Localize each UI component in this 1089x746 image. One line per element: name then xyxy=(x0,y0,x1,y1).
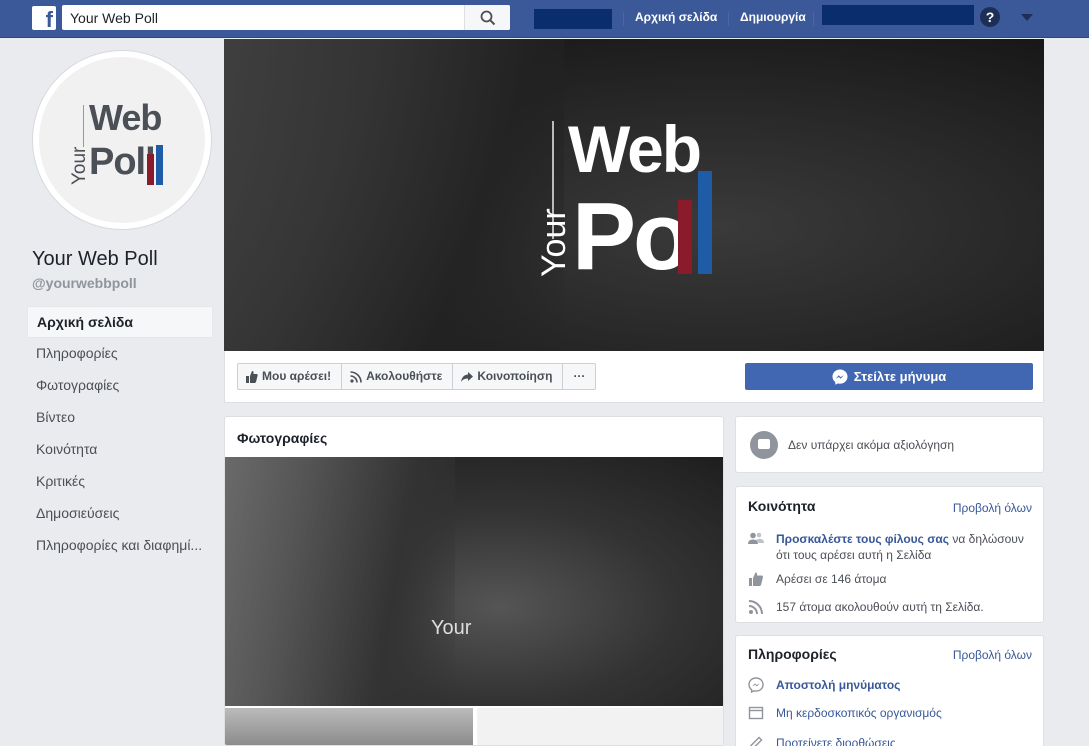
search-button[interactable] xyxy=(464,5,510,30)
top-bar: f Αρχική σελίδα Δημιουργία ? xyxy=(0,0,1089,38)
photo-thumbnail-main[interactable]: Your xyxy=(225,457,723,706)
about-card: Πληροφορίες Προβολή όλων Αποστολή μηνύμα… xyxy=(735,635,1044,746)
send-message-button[interactable]: Στείλτε μήνυμα xyxy=(745,363,1033,390)
thumbs-up-icon xyxy=(246,370,258,383)
pencil-icon xyxy=(750,736,763,746)
invite-friends-link[interactable]: Προσκαλέστε τους φίλους σας xyxy=(776,532,949,546)
cover-photo-texture xyxy=(224,39,564,351)
cover-photo[interactable]: Your Web Po xyxy=(224,39,1044,351)
page-handle[interactable]: @yourwebbpoll xyxy=(32,275,137,291)
like-button[interactable]: Μου αρέσει! xyxy=(238,364,343,389)
redacted-notification-icons[interactable] xyxy=(822,5,974,25)
sidebar-item-posts[interactable]: Δημοσιεύσεις xyxy=(27,498,213,530)
community-likes-text: Αρέσει σε 146 άτομα xyxy=(776,572,887,586)
profile-logo-background: Your Web Poll xyxy=(39,57,205,223)
sidebar-item-reviews[interactable]: Κριτικές xyxy=(27,466,213,498)
profile-logo-blue-bar xyxy=(156,145,163,185)
action-button-group: Μου αρέσει! Ακολουθήστε Κοινοποίηση ··· xyxy=(237,363,597,390)
nonprofit-category-link[interactable]: Μη κερδοσκοπικός οργανισμός xyxy=(776,705,942,721)
share-arrow-icon xyxy=(461,371,474,382)
about-category-row: Μη κερδοσκοπικός οργανισμός xyxy=(748,705,1038,721)
sidebar-item-photos[interactable]: Φωτογραφίες xyxy=(27,370,213,402)
profile-logo-line xyxy=(83,105,84,147)
more-options-icon: ··· xyxy=(573,369,586,383)
more-options-button[interactable]: ··· xyxy=(563,364,595,389)
profile-logo-red-bar xyxy=(147,154,154,185)
community-follows-row: 157 άτομα ακολουθούν αυτή τη Σελίδα. xyxy=(748,599,1038,615)
category-folder-icon xyxy=(748,706,764,720)
sidebar-item-home[interactable]: Αρχική σελίδα xyxy=(27,306,213,338)
about-see-all-link[interactable]: Προβολή όλων xyxy=(953,648,1032,662)
photo-overlay-text: Your xyxy=(431,617,472,639)
messenger-icon xyxy=(832,369,848,385)
rss-follow-icon xyxy=(350,370,362,383)
cover-logo-web: Web xyxy=(568,112,702,186)
about-message-row: Αποστολή μηνύματος xyxy=(748,677,1038,693)
profile-logo-web: Web xyxy=(89,97,162,138)
sidebar-item-community[interactable]: Κοινότητα xyxy=(27,434,213,466)
about-suggest-edits-row: Προτείνετε διορθώσεις xyxy=(748,735,1038,746)
cover-logo-your: Your xyxy=(535,208,573,277)
photo-thumbnail[interactable] xyxy=(477,708,723,745)
share-button[interactable]: Κοινοποίηση xyxy=(453,364,564,389)
sidebar-item-videos[interactable]: Βίντεο xyxy=(27,402,213,434)
cover-logo-red-bar xyxy=(678,200,692,274)
community-follows-text: 157 άτομα ακολουθούν αυτή τη Σελίδα. xyxy=(776,600,984,614)
nav-divider xyxy=(813,12,814,26)
community-card-title[interactable]: Κοινότητα xyxy=(748,498,815,514)
rss-follow-icon xyxy=(748,600,763,615)
facebook-logo-icon[interactable]: f xyxy=(32,6,56,30)
account-menu-caret-icon[interactable] xyxy=(1021,14,1033,21)
sidebar-item-about[interactable]: Πληροφορίες xyxy=(27,338,213,370)
nav-divider xyxy=(728,12,729,26)
about-card-title[interactable]: Πληροφορίες xyxy=(748,646,837,662)
suggest-edits-link[interactable]: Προτείνετε διορθώσεις xyxy=(776,735,896,746)
nav-home-link[interactable]: Αρχική σελίδα xyxy=(635,10,717,24)
community-likes-row: Αρέσει σε 146 άτομα xyxy=(748,571,1038,587)
redacted-profile-link[interactable] xyxy=(534,9,612,29)
search-box xyxy=(62,5,510,30)
follow-button[interactable]: Ακολουθήστε xyxy=(342,364,454,389)
community-card: Κοινότητα Προβολή όλων Προσκαλέστε τους … xyxy=(735,486,1044,623)
photos-card-title[interactable]: Φωτογραφίες xyxy=(237,430,327,446)
share-button-label: Κοινοποίηση xyxy=(477,369,553,383)
profile-picture[interactable]: Your Web Poll xyxy=(33,51,211,229)
cover-logo-po: Po xyxy=(572,183,692,290)
invite-friends-icon xyxy=(748,532,764,544)
help-icon[interactable]: ? xyxy=(980,7,1000,27)
profile-logo-your: Your xyxy=(69,146,90,185)
search-icon xyxy=(480,10,496,26)
community-invite-text: Προσκαλέστε τους φίλους σας να δηλώσουν … xyxy=(776,531,1038,563)
photo-texture xyxy=(225,457,455,706)
profile-logo-poll: Poll xyxy=(89,141,156,183)
send-message-label: Στείλτε μήνυμα xyxy=(853,369,947,384)
community-invite-row: Προσκαλέστε τους φίλους σας να δηλώσουν … xyxy=(748,531,1038,563)
photo-thumbnail[interactable] xyxy=(225,708,473,745)
no-reviews-text: Δεν υπάρχει ακόμα αξιολόγηση xyxy=(788,438,955,452)
nav-create-link[interactable]: Δημιουργία xyxy=(740,10,806,24)
reviews-card: Δεν υπάρχει ακόμα αξιολόγηση xyxy=(735,416,1044,473)
community-see-all-link[interactable]: Προβολή όλων xyxy=(953,501,1032,515)
page-action-bar: Μου αρέσει! Ακολουθήστε Κοινοποίηση ··· … xyxy=(224,351,1044,403)
messenger-icon xyxy=(748,677,764,693)
like-button-label: Μου αρέσει! xyxy=(262,369,332,383)
cover-logo-blue-bar xyxy=(698,171,712,274)
search-input[interactable] xyxy=(62,5,462,30)
page-name[interactable]: Your Web Poll xyxy=(32,248,158,271)
thumbs-up-icon xyxy=(749,572,763,586)
photos-card: Φωτογραφίες Your xyxy=(224,416,724,746)
page-sidebar-menu: Αρχική σελίδα Πληροφορίες Φωτογραφίες Βί… xyxy=(27,306,213,562)
sidebar-item-info-and-ads[interactable]: Πληροφορίες και διαφημί... xyxy=(27,530,213,562)
nav-divider xyxy=(623,12,624,26)
follow-button-label: Ακολουθήστε xyxy=(366,369,443,383)
send-message-link[interactable]: Αποστολή μηνύματος xyxy=(776,677,900,693)
review-speech-bubble-icon xyxy=(750,431,778,459)
